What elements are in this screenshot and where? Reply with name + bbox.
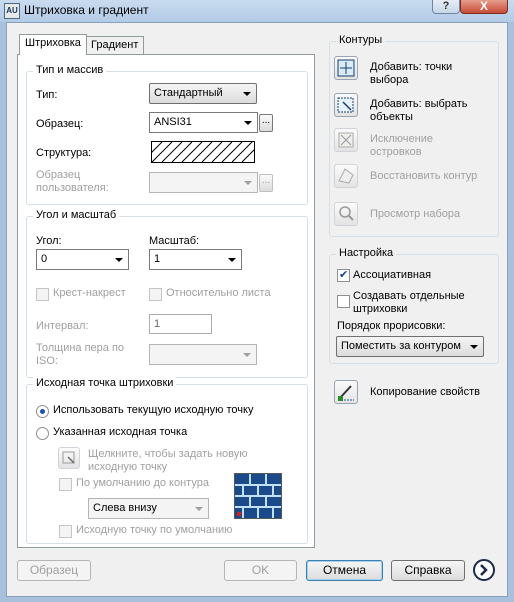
group-title: Настройка (336, 247, 397, 259)
recreate-boundary-label[interactable]: Восстановить контур (370, 170, 477, 182)
view-selections-button[interactable] (334, 202, 358, 226)
add-pick-points-button[interactable] (334, 56, 358, 80)
click-to-set-origin-button[interactable] (58, 447, 80, 469)
store-default-origin-checkbox[interactable] (59, 525, 72, 538)
chevron-down-icon (195, 507, 203, 511)
pattern-browse-button[interactable]: ... (259, 114, 273, 132)
spacing-input[interactable]: 1 (149, 314, 212, 334)
remove-islands-label[interactable]: Исключение островков (370, 133, 470, 159)
iso-pen-width-dropdown[interactable] (149, 344, 257, 365)
spacing-label: Интервал: (36, 320, 89, 332)
chevron-down-icon (244, 181, 252, 185)
chevron-down-icon (115, 258, 123, 262)
hatch-tab-panel: Тип и массив Тип: Стандартный Образец: A… (17, 54, 315, 548)
origin-position-value: Слева внизу (93, 502, 157, 514)
scale-dropdown[interactable]: 1 (149, 249, 242, 270)
click-to-set-origin-label: Щелкните, чтобы задать новую исходную то… (88, 448, 248, 473)
scale-label: Масштаб: (149, 235, 200, 247)
inherit-properties-label[interactable]: Копирование свойств (370, 386, 480, 398)
close-button[interactable]: X (460, 0, 508, 14)
specified-origin-label: Указанная исходная точка (53, 426, 188, 438)
pattern-dropdown[interactable]: ANSI31 (149, 112, 258, 133)
chevron-down-icon (243, 92, 251, 96)
title-bar: AU Штриховка и градиент ? X (0, 0, 514, 22)
draw-order-label: Порядок прорисовки: (337, 320, 446, 332)
brush-icon (338, 385, 354, 401)
iso-pen-width-label: Толщина пера по ISO: (36, 342, 125, 367)
type-label: Тип: (36, 89, 58, 101)
view-selections-label[interactable]: Просмотр набора (370, 208, 460, 220)
group-title: Контуры (336, 34, 386, 46)
magnifier-icon (339, 206, 354, 221)
add-select-objects-button[interactable] (334, 93, 358, 117)
help-button[interactable]: Справка (391, 560, 465, 581)
origin-preview-image (234, 473, 282, 519)
remove-islands-button[interactable] (334, 128, 358, 152)
default-to-boundary-label: По умолчанию до контура (76, 477, 209, 489)
scale-value: 1 (154, 253, 161, 265)
use-current-origin-radio[interactable] (36, 405, 49, 418)
more-options-button[interactable] (473, 559, 495, 581)
type-dropdown[interactable]: Стандартный (149, 83, 257, 104)
associative-label: Ассоциативная (353, 269, 432, 281)
chevron-down-icon (243, 353, 251, 357)
draw-order-dropdown[interactable]: Поместить за контуром (336, 336, 484, 357)
select-objects-icon (337, 97, 354, 113)
draw-order-value: Поместить за контуром (341, 340, 461, 352)
custom-pattern-label: Образец пользователя: (36, 169, 109, 194)
specified-origin-radio[interactable] (36, 427, 49, 440)
relative-to-paper-label: Относительно листа (166, 287, 271, 299)
app-icon: AU (4, 3, 20, 19)
chevron-right-icon (480, 564, 488, 576)
cancel-button[interactable]: Отмена (306, 560, 383, 581)
hatch-swatch[interactable] (141, 141, 263, 163)
associative-checkbox[interactable] (337, 268, 350, 282)
window-title: Штриховка и градиент (24, 3, 149, 17)
swatch-label: Структура: (36, 147, 92, 159)
double-label: Крест-накрест (53, 287, 126, 299)
use-current-origin-label: Использовать текущую исходную точку (53, 404, 254, 416)
angle-value: 0 (41, 253, 48, 265)
chevron-down-icon (244, 121, 252, 125)
help-titlebar-button[interactable]: ? (432, 0, 460, 14)
pattern-label: Образец: (36, 118, 84, 130)
chevron-down-icon (470, 345, 478, 349)
group-title: Тип и массив (33, 64, 107, 76)
relative-to-paper-checkbox[interactable] (149, 288, 162, 301)
recreate-boundary-icon (338, 168, 354, 184)
origin-position-dropdown[interactable]: Слева внизу (88, 498, 209, 519)
add-select-objects-label[interactable]: Добавить: выбрать объекты (370, 98, 490, 124)
ok-button[interactable]: OK (224, 560, 297, 581)
pattern-value: ANSI31 (154, 116, 192, 128)
angle-dropdown[interactable]: 0 (36, 249, 129, 270)
tab-gradient[interactable]: Градиент (85, 36, 145, 54)
pick-points-icon (337, 59, 355, 77)
separate-hatches-checkbox[interactable] (337, 295, 350, 308)
hatch-swatch-preview (141, 141, 263, 163)
angle-label: Угол: (36, 235, 62, 247)
separate-hatches-label: Создавать отдельные штриховки (353, 290, 465, 315)
group-title: Исходная точка штриховки (33, 377, 177, 389)
custom-pattern-browse-button[interactable]: ... (259, 174, 273, 192)
default-to-boundary-checkbox[interactable] (59, 478, 72, 491)
brick-pattern-icon (235, 474, 281, 518)
double-checkbox[interactable] (36, 288, 49, 301)
recreate-boundary-button[interactable] (334, 164, 358, 188)
tab-hatch[interactable]: Штриховка (19, 34, 87, 55)
type-value: Стандартный (154, 87, 223, 99)
add-pick-points-label[interactable]: Добавить: точки выбора (370, 61, 490, 87)
store-default-origin-label: Исходную точку по умолчанию (76, 524, 233, 536)
pick-point-icon (62, 451, 75, 464)
group-title: Угол и масштаб (33, 209, 120, 221)
dialog-body: Штриховка Градиент Тип и массив Тип: Ста… (6, 22, 508, 597)
custom-pattern-dropdown[interactable] (149, 172, 258, 193)
chevron-down-icon (228, 258, 236, 262)
remove-islands-icon (338, 132, 354, 148)
inherit-properties-button[interactable] (334, 380, 358, 404)
preview-button[interactable]: Образец (17, 560, 91, 581)
